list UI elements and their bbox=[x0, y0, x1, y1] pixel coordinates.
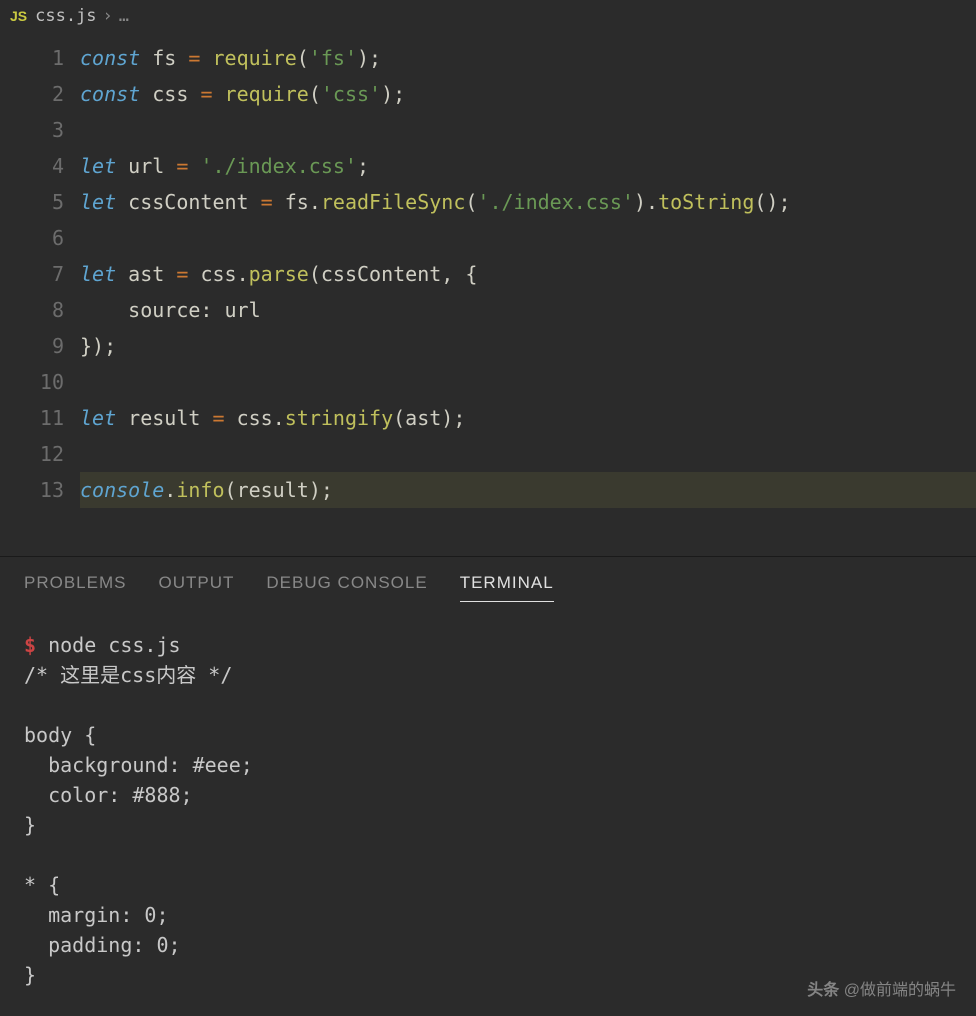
line-number: 13 bbox=[0, 472, 64, 508]
code-line[interactable] bbox=[80, 436, 976, 472]
panel-tabs: PROBLEMS OUTPUT DEBUG CONSOLE TERMINAL bbox=[0, 557, 976, 610]
code-line[interactable]: let cssContent = fs.readFileSync('./inde… bbox=[80, 184, 976, 220]
line-number: 1 bbox=[0, 40, 64, 76]
code-editor[interactable]: 12345678910111213 const fs = require('fs… bbox=[0, 32, 976, 556]
code-line[interactable]: }); bbox=[80, 328, 976, 364]
line-number: 3 bbox=[0, 112, 64, 148]
line-number: 7 bbox=[0, 256, 64, 292]
line-number: 11 bbox=[0, 400, 64, 436]
code-line[interactable]: let url = './index.css'; bbox=[80, 148, 976, 184]
watermark: 头条 @做前端的蜗牛 bbox=[807, 976, 956, 1000]
line-number: 8 bbox=[0, 292, 64, 328]
terminal-output-text: /* 这里是css内容 */ body { background: #eee; … bbox=[24, 663, 253, 987]
line-number-gutter: 12345678910111213 bbox=[0, 32, 80, 516]
code-line[interactable]: console.info(result); bbox=[80, 472, 976, 508]
line-number: 10 bbox=[0, 364, 64, 400]
code-line[interactable] bbox=[80, 112, 976, 148]
breadcrumb[interactable]: JS css.js › … bbox=[0, 0, 976, 32]
line-number: 5 bbox=[0, 184, 64, 220]
line-number: 9 bbox=[0, 328, 64, 364]
breadcrumb-filename[interactable]: css.js bbox=[35, 6, 96, 26]
tab-debug-console[interactable]: DEBUG CONSOLE bbox=[266, 573, 427, 602]
js-file-icon: JS bbox=[10, 8, 27, 24]
bottom-panel: PROBLEMS OUTPUT DEBUG CONSOLE TERMINAL $ no… bbox=[0, 556, 976, 1010]
code-line[interactable]: let ast = css.parse(cssContent, { bbox=[80, 256, 976, 292]
code-line[interactable] bbox=[80, 364, 976, 400]
code-line[interactable]: let result = css.stringify(ast); bbox=[80, 400, 976, 436]
line-number: 2 bbox=[0, 76, 64, 112]
tab-output[interactable]: OUTPUT bbox=[158, 573, 234, 602]
terminal-prompt: $ bbox=[24, 633, 36, 657]
breadcrumb-ellipsis[interactable]: … bbox=[119, 6, 129, 26]
line-number: 12 bbox=[0, 436, 64, 472]
line-number: 6 bbox=[0, 220, 64, 256]
code-line[interactable]: source: url bbox=[80, 292, 976, 328]
code-area[interactable]: const fs = require('fs');const css = req… bbox=[80, 32, 976, 516]
code-line[interactable]: const fs = require('fs'); bbox=[80, 40, 976, 76]
tab-terminal[interactable]: TERMINAL bbox=[460, 573, 554, 602]
line-number: 4 bbox=[0, 148, 64, 184]
code-line[interactable] bbox=[80, 220, 976, 256]
terminal-output[interactable]: $ node css.js /* 这里是css内容 */ body { back… bbox=[0, 610, 976, 1010]
code-line[interactable]: const css = require('css'); bbox=[80, 76, 976, 112]
breadcrumb-separator: › bbox=[103, 6, 113, 26]
tab-problems[interactable]: PROBLEMS bbox=[24, 573, 126, 602]
terminal-command: node css.js bbox=[36, 633, 181, 657]
